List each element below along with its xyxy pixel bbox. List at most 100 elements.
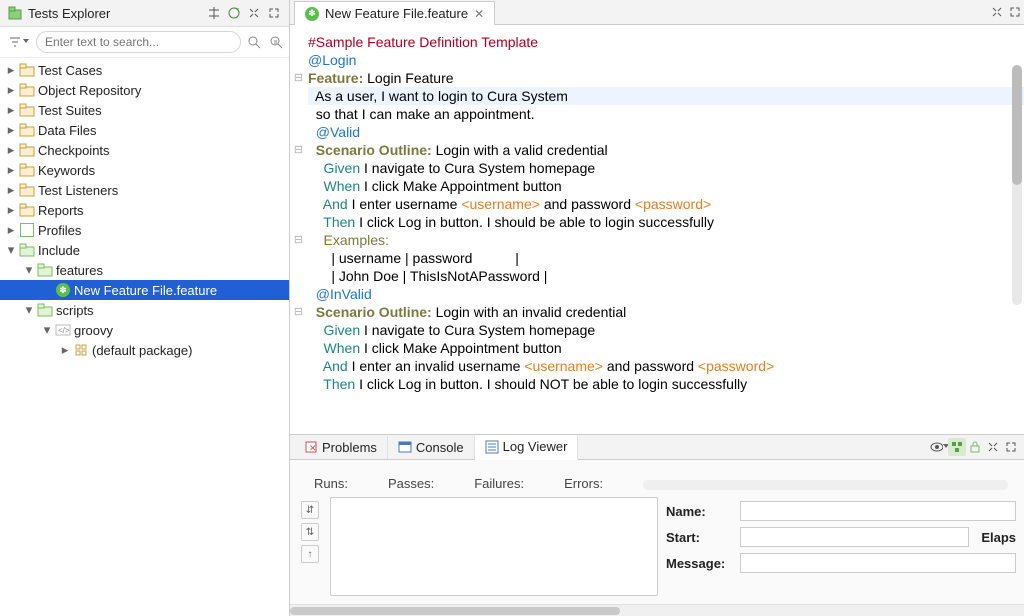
tree-node-groovy[interactable]: ▾</>groovy (0, 320, 289, 340)
tree-mode-icon[interactable] (948, 438, 966, 456)
link-editor-icon[interactable] (225, 4, 243, 22)
log-details: Name: Start:Elaps Message: (666, 497, 1016, 596)
code-line: @InValid (308, 286, 372, 302)
search-row (0, 27, 289, 58)
code-token: And (308, 358, 348, 374)
input-name[interactable] (740, 501, 1016, 521)
tree-node-scripts[interactable]: ▾scripts (0, 300, 289, 320)
lock-icon[interactable] (966, 438, 984, 456)
tree-node-feature-file[interactable]: ✽New Feature File.feature (0, 280, 289, 300)
tree-node-object-repository[interactable]: ▸Object Repository (0, 80, 289, 100)
lbl-elapsed: Elaps (975, 530, 1016, 545)
input-message[interactable] (740, 553, 1016, 573)
code-token: When (308, 340, 360, 356)
code-line: @Valid (308, 124, 360, 140)
close-tab-icon[interactable]: ✕ (474, 7, 484, 21)
tree-node-reports[interactable]: ▸Reports (0, 200, 289, 220)
watch-icon[interactable] (930, 438, 948, 456)
tests-explorer-header: Tests Explorer (0, 0, 289, 27)
code-token: When (308, 178, 360, 194)
tree-node-features[interactable]: ▾features (0, 260, 289, 280)
tree-node-default-package[interactable]: ▸(default package) (0, 340, 289, 360)
svg-text:</>: </> (58, 326, 70, 335)
code-token: Then (308, 214, 355, 230)
collapse-icon[interactable] (205, 4, 223, 22)
code-token: Feature: (308, 70, 363, 86)
search-advanced-icon[interactable] (267, 33, 285, 51)
bottom-minimize-icon[interactable] (984, 438, 1002, 456)
log-list[interactable] (330, 497, 658, 596)
log-body: ⇵ ⇅ ↑ Name: Start:Elaps Message: (290, 497, 1024, 604)
maximize-icon[interactable] (265, 4, 283, 22)
collapse-all-icon[interactable]: ⇅ (301, 523, 319, 541)
editor-scrollbar[interactable] (1012, 65, 1022, 305)
tree-node-include[interactable]: ▾Include (0, 240, 289, 260)
tests-explorer-panel: Tests Explorer ▸Test Cases ▸Object Repos… (0, 0, 290, 616)
code-token: Given (308, 160, 360, 176)
code-token: I click Log in button. I should be able … (355, 214, 714, 230)
code-token: <username> (461, 196, 540, 212)
bottom-scrollbar[interactable] (290, 604, 1024, 616)
code-token: and password (603, 358, 698, 374)
code-token: Login Feature (363, 70, 453, 86)
feature-file-icon: ✽ (305, 7, 319, 21)
tree-node-data-files[interactable]: ▸Data Files (0, 120, 289, 140)
log-stats-row: Runs: Passes: Failures: Errors: (290, 460, 1024, 497)
main-area: ✽ New Feature File.feature ✕ #Sample Fea… (290, 0, 1024, 616)
editor-tabbar: ✽ New Feature File.feature ✕ (290, 0, 1024, 25)
expand-all-icon[interactable]: ⇵ (301, 501, 319, 519)
code-editor[interactable]: #Sample Feature Definition Template @Log… (290, 25, 1024, 434)
progress-bar (643, 480, 1008, 490)
tree-node-test-suites[interactable]: ▸Test Suites (0, 100, 289, 120)
search-input[interactable] (36, 31, 241, 53)
stat-failures: Failures: (474, 476, 524, 491)
code-line: | username | password | (308, 249, 1024, 267)
tests-explorer-title: Tests Explorer (28, 6, 110, 21)
tab-console[interactable]: Console (388, 436, 475, 459)
code-token: Login with a valid credential (432, 142, 608, 158)
code-token: I enter an invalid username (348, 358, 525, 374)
code-token: Scenario Outline: (308, 304, 432, 320)
code-line: Examples: (308, 232, 389, 248)
bottom-maximize-icon[interactable] (1002, 438, 1020, 456)
code-token: Then (308, 376, 355, 392)
code-line: @Login (308, 52, 356, 68)
log-left-tools: ⇵ ⇅ ↑ (298, 497, 322, 596)
tree-node-checkpoints[interactable]: ▸Checkpoints (0, 140, 289, 160)
search-icon[interactable] (245, 33, 263, 51)
tests-explorer-tree: ▸Test Cases ▸Object Repository ▸Test Sui… (0, 58, 289, 616)
tree-node-test-cases[interactable]: ▸Test Cases (0, 60, 289, 80)
bottom-panel: ✕Problems Console Log Viewer Runs: Passe… (290, 434, 1024, 616)
svg-text:✕: ✕ (309, 443, 317, 453)
tree-node-test-listeners[interactable]: ▸Test Listeners (0, 180, 289, 200)
tab-log-viewer[interactable]: Log Viewer (475, 435, 579, 460)
code-token: I click Log in button. I should NOT be a… (355, 376, 747, 392)
tree-node-keywords[interactable]: ▸Keywords (0, 160, 289, 180)
input-start[interactable] (740, 527, 969, 547)
editor-tab[interactable]: ✽ New Feature File.feature ✕ (294, 1, 495, 25)
minimize-icon[interactable] (245, 4, 263, 22)
filter-dropdown[interactable] (4, 35, 32, 49)
prev-icon[interactable]: ↑ (301, 545, 319, 563)
lbl-message: Message: (666, 556, 734, 571)
code-line: As a user, I want to login to Cura Syste… (308, 87, 1024, 105)
code-token: I click Make Appointment button (360, 178, 562, 194)
stat-runs: Runs: (314, 476, 348, 491)
tree-node-profiles[interactable]: ▸Profiles (0, 220, 289, 240)
code-token: I navigate to Cura System homepage (360, 322, 595, 338)
code-token: Scenario Outline: (308, 142, 432, 158)
tab-problems[interactable]: ✕Problems (294, 436, 388, 459)
code-token: Given (308, 322, 360, 338)
code-line: so that I can make an appointment. (308, 105, 1024, 123)
editor-minimize-icon[interactable] (988, 3, 1006, 21)
code-token: And (308, 196, 348, 212)
code-token: I navigate to Cura System homepage (360, 160, 595, 176)
lbl-name: Name: (666, 504, 734, 519)
stat-errors: Errors: (564, 476, 603, 491)
code-line: #Sample Feature Definition Template (308, 34, 538, 50)
bottom-tabs: ✕Problems Console Log Viewer (290, 435, 1024, 460)
editor-maximize-icon[interactable] (1006, 3, 1024, 21)
code-token: and password (540, 196, 635, 212)
code-token: Login with an invalid credential (432, 304, 627, 320)
editor-tab-label: New Feature File.feature (325, 6, 468, 21)
